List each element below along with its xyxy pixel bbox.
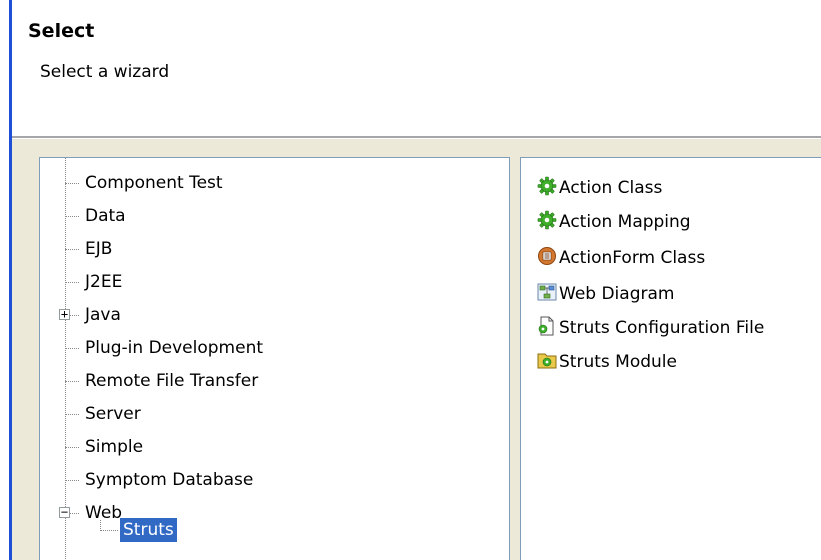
- wizard-item-struts-module[interactable]: Struts Module: [537, 348, 677, 376]
- wizard-item-struts-configuration-file[interactable]: Struts Configuration File: [537, 314, 764, 342]
- expand-icon[interactable]: +: [59, 308, 70, 320]
- wizard-item-action-class[interactable]: Action Class: [537, 174, 662, 202]
- tree-item-plug-in-development[interactable]: Plug-in Development: [40, 335, 509, 361]
- gear-icon: [537, 210, 557, 230]
- wizard-item-action-mapping[interactable]: Action Mapping: [537, 208, 691, 236]
- tree-item-server[interactable]: Server: [40, 401, 509, 427]
- tree-item-label: Server: [85, 404, 141, 424]
- tree-item-ejb[interactable]: EJB: [40, 236, 509, 262]
- tree-item-java[interactable]: + Java: [40, 302, 509, 328]
- wizard-category-tree[interactable]: Component Test Data EJB J2EE + Java Plug…: [39, 157, 510, 560]
- tree-item-symptom-database[interactable]: Symptom Database: [40, 467, 509, 493]
- tree-item-data[interactable]: Data: [40, 203, 509, 229]
- module-icon: [537, 350, 557, 370]
- left-edge: [0, 0, 9, 560]
- wizard-list[interactable]: Action Class Action Mapping ActionForm C…: [520, 157, 821, 560]
- tree-item-label: Symptom Database: [85, 470, 254, 490]
- tree-item-label: Simple: [85, 437, 144, 457]
- tree-item-remote-file-transfer[interactable]: Remote File Transfer: [40, 368, 509, 394]
- tree-item-label: Component Test: [85, 173, 223, 193]
- wizard-header: Select Select a wizard: [12, 0, 821, 136]
- config-file-icon: [537, 316, 557, 336]
- wizard-item-actionform-class[interactable]: ActionForm Class: [537, 244, 705, 272]
- tree-item-label: Remote File Transfer: [85, 371, 259, 391]
- gear-icon: [537, 176, 557, 196]
- form-class-icon: [537, 246, 557, 266]
- wizard-item-label: ActionForm Class: [559, 248, 706, 268]
- page-description: Select a wizard: [40, 62, 170, 82]
- page-title: Select: [28, 20, 95, 42]
- tree-item-label: Plug-in Development: [85, 338, 264, 358]
- tree-item-struts-selected[interactable]: Struts: [120, 518, 177, 542]
- wizard-item-label: Struts Module: [559, 352, 677, 372]
- tree-child-connector: [100, 530, 118, 531]
- wizard-item-label: Web Diagram: [559, 284, 675, 304]
- tree-item-label: Java: [85, 305, 121, 325]
- wizard-item-web-diagram[interactable]: Web Diagram: [537, 280, 674, 308]
- wizard-item-label: Action Mapping: [559, 212, 691, 232]
- tree-item-web[interactable]: − Web: [40, 500, 509, 526]
- tree-item-label: Data: [85, 206, 126, 226]
- tree-item-simple[interactable]: Simple: [40, 434, 509, 460]
- wizard-item-label: Struts Configuration File: [559, 318, 765, 338]
- tree-item-j2ee[interactable]: J2EE: [40, 269, 509, 295]
- web-diagram-icon: [537, 282, 557, 302]
- tree-item-label: Web: [85, 503, 123, 523]
- tree-item-label: EJB: [85, 239, 113, 259]
- tree-item-component-test[interactable]: Component Test: [40, 170, 509, 196]
- wizard-item-label: Action Class: [559, 178, 663, 198]
- collapse-icon[interactable]: −: [59, 506, 70, 518]
- tree-item-label: J2EE: [85, 272, 123, 292]
